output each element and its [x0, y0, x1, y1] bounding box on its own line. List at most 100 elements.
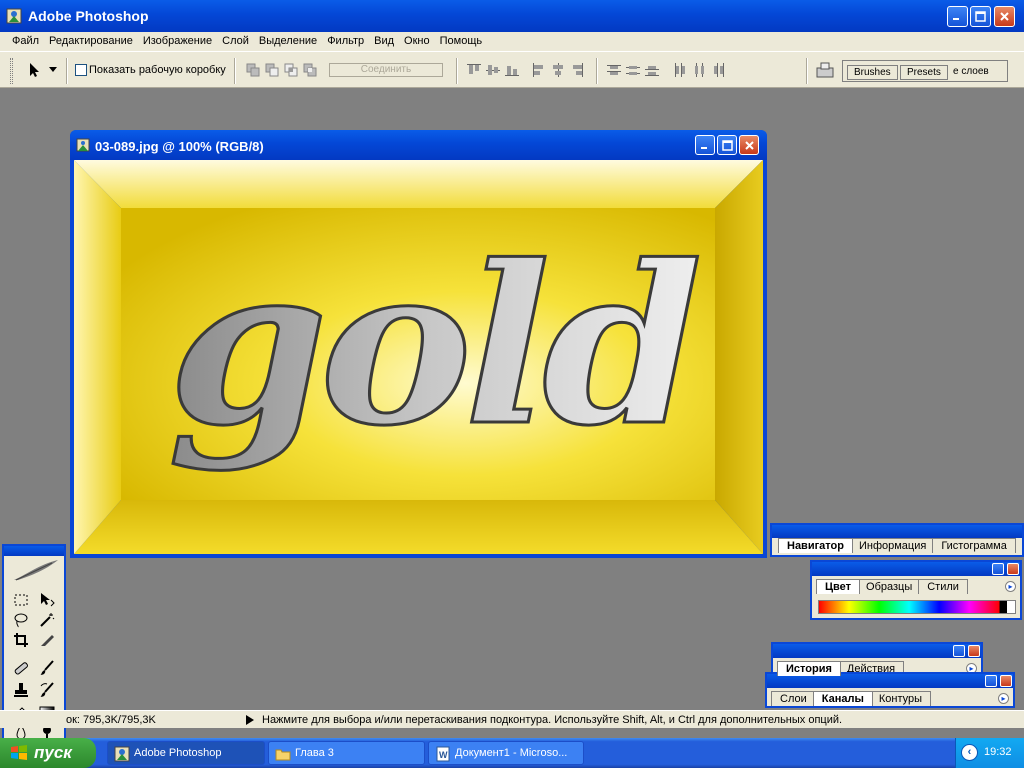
feather-logo-icon[interactable]	[12, 558, 60, 582]
maximize-button[interactable]	[970, 6, 991, 27]
path-exclude-icon[interactable]	[303, 63, 317, 77]
path-intersect-icon[interactable]	[284, 63, 298, 77]
navigator-palette-header[interactable]	[772, 525, 1022, 538]
tray-expand-icon[interactable]: ‹	[961, 744, 978, 761]
crop-icon	[14, 633, 28, 647]
distribute-bottom-icon[interactable]	[645, 63, 659, 77]
photoshop-icon	[6, 8, 22, 24]
doc-close-button[interactable]	[739, 135, 759, 155]
layers-palette: Слои Каналы Контуры ▸	[765, 672, 1015, 708]
start-label: пуск	[34, 743, 72, 762]
clock[interactable]: 19:32	[984, 746, 1012, 758]
app-titlebar[interactable]: Adobe Photoshop	[0, 0, 1024, 32]
document-canvas[interactable]: gold	[74, 160, 763, 554]
crop-tool[interactable]	[10, 630, 32, 650]
tab-styles[interactable]: Стили	[918, 579, 968, 594]
menu-select[interactable]: Выделение	[254, 32, 322, 51]
align-bottom-icon[interactable]	[505, 63, 519, 77]
minimize-icon[interactable]	[953, 645, 965, 657]
close-button[interactable]	[994, 6, 1015, 27]
menu-layer[interactable]: Слой	[217, 32, 254, 51]
doc-maximize-button[interactable]	[717, 135, 737, 155]
move-icon	[41, 593, 55, 607]
task-photoshop[interactable]: Adobe Photoshop	[107, 741, 265, 765]
path-subtract-icon[interactable]	[265, 63, 279, 77]
menu-file[interactable]: Файл	[7, 32, 44, 51]
history-brush-tool[interactable]	[36, 680, 58, 700]
clone-stamp-tool[interactable]	[10, 680, 32, 700]
tab-swatches[interactable]: Образцы	[857, 579, 922, 594]
tab-color[interactable]: Цвет	[816, 579, 861, 594]
options-bar: Показать рабочую коробку Соединить Brush…	[0, 51, 1024, 88]
close-icon[interactable]	[968, 645, 980, 657]
play-arrow-icon[interactable]	[246, 715, 254, 725]
menu-filter[interactable]: Фильтр	[322, 32, 369, 51]
distribute-right-icon[interactable]	[711, 63, 725, 77]
palette-menu-arrow-icon[interactable]: ▸	[998, 693, 1009, 704]
color-palette: Цвет Образцы Стили ▸	[810, 560, 1022, 620]
tab-paths[interactable]: Контуры	[869, 691, 932, 706]
document-window[interactable]: 03-089.jpg @ 100% (RGB/8) gold	[70, 130, 767, 558]
layers-palette-header[interactable]	[767, 674, 1013, 688]
chevron-down-icon[interactable]	[49, 67, 57, 72]
file-browser-icon[interactable]	[815, 61, 835, 79]
doc-minimize-button[interactable]	[695, 135, 715, 155]
menu-edit[interactable]: Редактирование	[44, 32, 138, 51]
well-tab-presets[interactable]: Presets	[900, 65, 948, 80]
status-hint: Нажмите для выбора и/или перетаскивания …	[262, 714, 843, 726]
color-spectrum-bar[interactable]	[818, 600, 1016, 614]
tab-navigator[interactable]: Навигатор	[778, 538, 853, 553]
well-tab-layer-comps[interactable]: е слоев	[947, 65, 995, 78]
menu-image[interactable]: Изображение	[138, 32, 217, 51]
distribute-hcenter-icon[interactable]	[692, 63, 706, 77]
align-top-icon[interactable]	[467, 63, 481, 77]
brush-tool[interactable]	[36, 658, 58, 678]
menu-window[interactable]: Окно	[399, 32, 435, 51]
distribute-left-icon[interactable]	[673, 63, 687, 77]
task-label: Adobe Photoshop	[134, 747, 222, 759]
well-tab-brushes[interactable]: Brushes	[847, 65, 898, 80]
brush-icon	[40, 660, 54, 675]
healing-brush-tool[interactable]	[10, 658, 32, 678]
color-palette-header[interactable]	[812, 562, 1020, 576]
combine-button[interactable]: Соединить	[329, 63, 443, 77]
svg-text:W: W	[439, 750, 448, 760]
tab-history[interactable]: История	[777, 661, 841, 676]
palette-menu-arrow-icon[interactable]: ▸	[1005, 581, 1016, 592]
separator	[456, 58, 458, 84]
grip-handle[interactable]	[10, 58, 13, 84]
marquee-icon	[14, 594, 28, 606]
tab-info[interactable]: Информация	[849, 538, 936, 553]
tab-histogram[interactable]: Гистограмма	[932, 538, 1016, 553]
close-icon[interactable]	[1007, 563, 1019, 575]
move-tool[interactable]	[36, 590, 58, 610]
document-size[interactable]: ок: 795,3K/795,3K	[66, 714, 156, 726]
tools-palette-header[interactable]	[4, 546, 64, 556]
distribute-vcenter-icon[interactable]	[626, 63, 640, 77]
tab-layers[interactable]: Слои	[771, 691, 816, 706]
minimize-icon[interactable]	[992, 563, 1004, 575]
distribute-top-icon[interactable]	[607, 63, 621, 77]
align-right-icon[interactable]	[570, 63, 584, 77]
close-icon[interactable]	[1000, 675, 1012, 687]
align-hcenter-icon[interactable]	[551, 63, 565, 77]
minimize-button[interactable]	[947, 6, 968, 27]
document-titlebar[interactable]: 03-089.jpg @ 100% (RGB/8)	[70, 130, 767, 160]
slice-tool[interactable]	[36, 630, 58, 650]
align-vcenter-icon[interactable]	[486, 63, 500, 77]
magic-wand-tool[interactable]	[36, 610, 58, 630]
task-folder[interactable]: Глава 3	[268, 741, 425, 765]
show-box-checkbox[interactable]	[75, 64, 87, 76]
marquee-tool[interactable]	[10, 590, 32, 610]
path-combine-icon[interactable]	[246, 63, 260, 77]
lasso-tool[interactable]	[10, 610, 32, 630]
tab-channels[interactable]: Каналы	[812, 691, 873, 706]
align-left-icon[interactable]	[532, 63, 546, 77]
task-word-document[interactable]: W Документ1 - Microso...	[428, 741, 584, 765]
menu-view[interactable]: Вид	[369, 32, 399, 51]
menu-help[interactable]: Помощь	[435, 32, 488, 51]
arrow-cursor-icon[interactable]	[26, 62, 42, 78]
minimize-icon[interactable]	[985, 675, 997, 687]
start-button[interactable]: пуск	[0, 738, 96, 768]
history-palette-header[interactable]	[773, 644, 981, 658]
